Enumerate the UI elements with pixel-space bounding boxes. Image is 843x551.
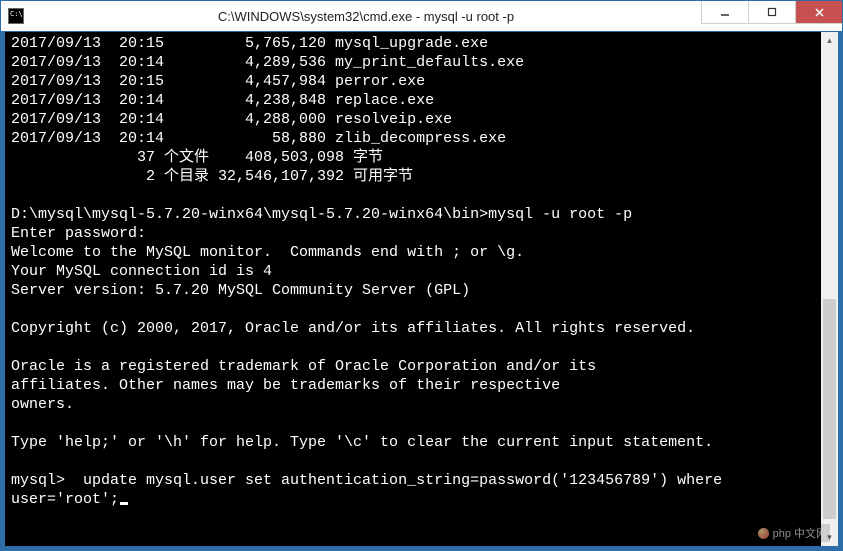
client-area: 2017/09/13 20:15 5,765,120 mysql_upgrade…	[1, 32, 842, 550]
cursor	[120, 502, 128, 505]
system-menu[interactable]	[1, 1, 31, 31]
window-title: C:\WINDOWS\system32\cmd.exe - mysql -u r…	[31, 9, 701, 24]
maximize-button[interactable]	[748, 1, 795, 24]
cmd-window: C:\WINDOWS\system32\cmd.exe - mysql -u r…	[0, 0, 843, 551]
titlebar[interactable]: C:\WINDOWS\system32\cmd.exe - mysql -u r…	[1, 1, 842, 32]
scroll-thumb[interactable]	[823, 299, 836, 520]
scroll-down-button[interactable]: ▾	[821, 529, 838, 546]
scroll-up-button[interactable]: ▴	[821, 32, 838, 49]
window-controls	[701, 1, 842, 31]
cmd-icon	[8, 8, 24, 24]
close-button[interactable]	[795, 1, 842, 24]
scroll-track[interactable]	[821, 49, 838, 529]
minimize-button[interactable]	[701, 1, 748, 24]
scrollbar-vertical[interactable]: ▴ ▾	[821, 32, 838, 546]
terminal-output[interactable]: 2017/09/13 20:15 5,765,120 mysql_upgrade…	[5, 32, 821, 546]
